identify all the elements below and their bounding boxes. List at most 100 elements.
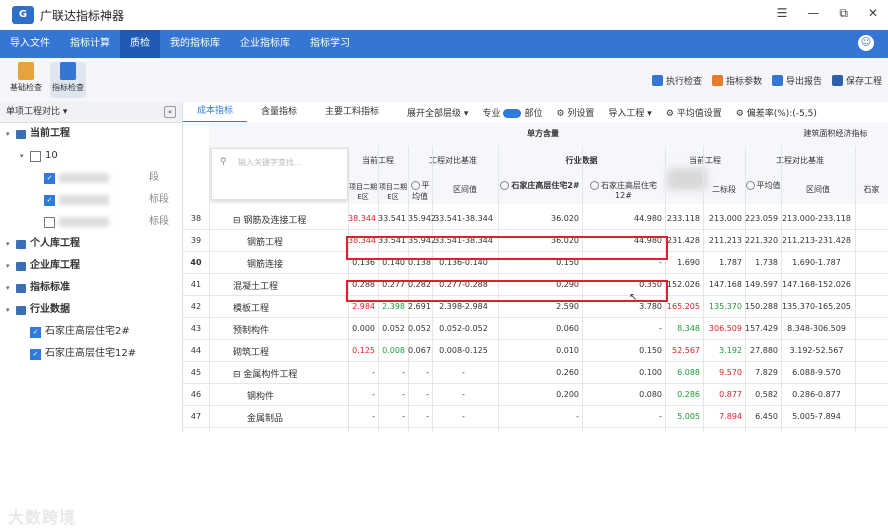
grid-cell[interactable]: 35.942 bbox=[408, 214, 436, 223]
expand-arrow-icon[interactable]: ▾ bbox=[6, 255, 16, 277]
radio-icon[interactable] bbox=[745, 181, 755, 190]
grid-cell[interactable]: 211.213 bbox=[703, 236, 742, 245]
sub-header-average-right[interactable]: 平均值 bbox=[745, 180, 781, 191]
tree-node[interactable]: ▾ 个人库工程 bbox=[0, 233, 182, 255]
expand-arrow-icon[interactable]: ▾ bbox=[6, 277, 16, 299]
tree-node[interactable]: ▾ 企业库工程 bbox=[0, 255, 182, 277]
grid-cell[interactable]: 3.192-52.567 bbox=[781, 346, 852, 355]
grid-cell[interactable]: - bbox=[378, 390, 405, 399]
grid-cell[interactable]: 0.010 bbox=[498, 346, 579, 355]
checkbox[interactable] bbox=[30, 150, 41, 162]
grid-cell[interactable]: - bbox=[348, 390, 375, 399]
index-param-button[interactable]: 指标参数 bbox=[712, 74, 762, 87]
tree-node[interactable]: ▾ 当前工程 bbox=[0, 123, 182, 145]
grid-cell[interactable]: - bbox=[432, 412, 495, 421]
grid-cell[interactable]: 0.060 bbox=[498, 324, 579, 333]
grid-cell[interactable]: 6.450 bbox=[745, 412, 778, 421]
checkbox[interactable]: ✓ bbox=[30, 348, 41, 360]
grid-cell[interactable]: - bbox=[408, 368, 429, 377]
grid-cell[interactable]: 8.348-306.509 bbox=[781, 324, 852, 333]
row-item-name[interactable]: 钢构件 bbox=[247, 389, 274, 402]
grid-cell[interactable]: - bbox=[582, 324, 662, 333]
tree-node[interactable]: ▾ 行业数据 bbox=[0, 299, 182, 321]
grid-cell[interactable]: 6.088 bbox=[665, 368, 700, 377]
grid-cell[interactable]: 2.590 bbox=[498, 302, 579, 311]
grid-cell[interactable]: 33.541-38.344 bbox=[432, 214, 495, 223]
grid-cell[interactable]: 1.690-1.787 bbox=[781, 258, 852, 267]
grid-cell[interactable]: - bbox=[582, 412, 662, 421]
row-item-name[interactable]: 模板工程 bbox=[233, 301, 269, 314]
grid-cell[interactable]: 0.877 bbox=[703, 390, 742, 399]
expand-arrow-icon[interactable]: ▾ bbox=[6, 123, 16, 145]
grid-cell[interactable]: 213.000 bbox=[703, 214, 742, 223]
restore-icon[interactable]: ⧉ bbox=[839, 6, 848, 21]
tree-node[interactable]: 标段 bbox=[0, 211, 182, 233]
expand-arrow-icon[interactable]: ▾ bbox=[20, 145, 30, 167]
grid-cell[interactable]: 0.125 bbox=[348, 346, 375, 355]
grid-cell[interactable]: 165.205 bbox=[665, 302, 700, 311]
grid-cell[interactable]: - bbox=[378, 368, 405, 377]
row-item-name[interactable]: ⊟ 钢筋及连接工程 bbox=[233, 213, 306, 226]
grid-cell[interactable]: 3.780 bbox=[582, 302, 662, 311]
grid-cell[interactable]: 44.980 bbox=[582, 214, 662, 223]
grid-cell[interactable]: 1.738 bbox=[745, 258, 778, 267]
grid-cell[interactable]: 211.213-231.428 bbox=[781, 236, 852, 245]
grid-cell[interactable]: 306.509 bbox=[703, 324, 742, 333]
grid-cell[interactable]: 147.168-152.026 bbox=[781, 280, 852, 289]
checkbox[interactable]: ✓ bbox=[30, 326, 41, 338]
expand-arrow-icon[interactable]: ▾ bbox=[6, 299, 16, 321]
grid-cell[interactable]: 135.370-165.205 bbox=[781, 302, 852, 311]
grid-cell[interactable]: 3.192 bbox=[703, 346, 742, 355]
toggle-switch-icon[interactable] bbox=[503, 108, 522, 118]
grid-cell[interactable]: - bbox=[432, 390, 495, 399]
radio-icon[interactable] bbox=[590, 181, 599, 190]
menu-item-quality[interactable]: 质检 bbox=[120, 30, 160, 58]
grid-cell[interactable]: 221.320 bbox=[745, 236, 778, 245]
grid-cell[interactable]: 7.894 bbox=[703, 412, 742, 421]
radio-icon[interactable] bbox=[500, 181, 510, 190]
row-item-name[interactable]: 钢筋连接 bbox=[247, 257, 283, 270]
menu-item-enterprise-library[interactable]: 企业指标库 bbox=[230, 30, 300, 58]
close-icon[interactable]: ✕ bbox=[868, 6, 878, 21]
grid-cell[interactable]: 0.286-0.877 bbox=[781, 390, 852, 399]
grid-cell[interactable]: 150.288 bbox=[745, 302, 778, 311]
grid-cell[interactable]: 233.118 bbox=[665, 214, 700, 223]
grid-cell[interactable]: 0.100 bbox=[582, 368, 662, 377]
checkbox[interactable] bbox=[44, 216, 55, 228]
grid-cell[interactable]: - bbox=[378, 412, 405, 421]
grid-cell[interactable]: 0.150 bbox=[582, 346, 662, 355]
user-avatar-icon[interactable]: ☺ bbox=[858, 35, 874, 51]
radio-icon[interactable] bbox=[410, 181, 420, 190]
tree-node[interactable]: ✓ 段 bbox=[0, 167, 182, 189]
grid-cell[interactable]: 2.398-2.984 bbox=[432, 302, 495, 311]
grid-cell[interactable]: 0.080 bbox=[582, 390, 662, 399]
grid-cell[interactable]: 2.691 bbox=[408, 302, 431, 311]
sub-header-industry-12[interactable]: 石家庄高层住宅12# bbox=[582, 180, 665, 200]
grid-cell[interactable]: 0.052 bbox=[408, 324, 431, 333]
grid-cell[interactable]: - bbox=[348, 368, 375, 377]
grid-cell[interactable]: 0.067 bbox=[408, 346, 431, 355]
grid-cell[interactable]: 0.260 bbox=[498, 368, 579, 377]
expand-levels-select[interactable]: 展开全部层级 ▾ bbox=[407, 106, 468, 119]
tab-cost-index[interactable]: 成本指标 bbox=[183, 101, 248, 123]
grid-cell[interactable]: 223.059 bbox=[745, 214, 778, 223]
grid-cell[interactable]: 38.344 bbox=[348, 214, 376, 223]
grid-cell[interactable]: 152.026 bbox=[665, 280, 700, 289]
grid-cell[interactable]: 0.286 bbox=[665, 390, 700, 399]
checkbox[interactable]: ✓ bbox=[44, 172, 55, 184]
grid-cell[interactable]: 1.787 bbox=[703, 258, 742, 267]
minimize-icon[interactable]: — bbox=[807, 6, 819, 21]
tree-node[interactable]: ✓ 石家庄高层住宅2# bbox=[0, 321, 182, 343]
search-input[interactable]: 输入关键字查找... bbox=[238, 157, 302, 168]
grid-cell[interactable]: 6.088-9.570 bbox=[781, 368, 852, 377]
grid-cell[interactable]: 8.348 bbox=[665, 324, 700, 333]
grid-cell[interactable]: 157.429 bbox=[745, 324, 778, 333]
expand-arrow-icon[interactable]: ▾ bbox=[6, 233, 16, 255]
sub-header-industry-2[interactable]: 石家庄高层住宅2# bbox=[498, 180, 582, 191]
grid-cell[interactable]: 1.690 bbox=[665, 258, 700, 267]
grid-cell[interactable]: 135.370 bbox=[703, 302, 742, 311]
basic-check-button[interactable]: 基础检查 bbox=[8, 62, 44, 93]
average-settings-button[interactable]: ⚙ 平均值设置 bbox=[666, 106, 722, 119]
grid-cell[interactable]: 0.000 bbox=[348, 324, 375, 333]
grid-cell[interactable]: 5.005 bbox=[665, 412, 700, 421]
